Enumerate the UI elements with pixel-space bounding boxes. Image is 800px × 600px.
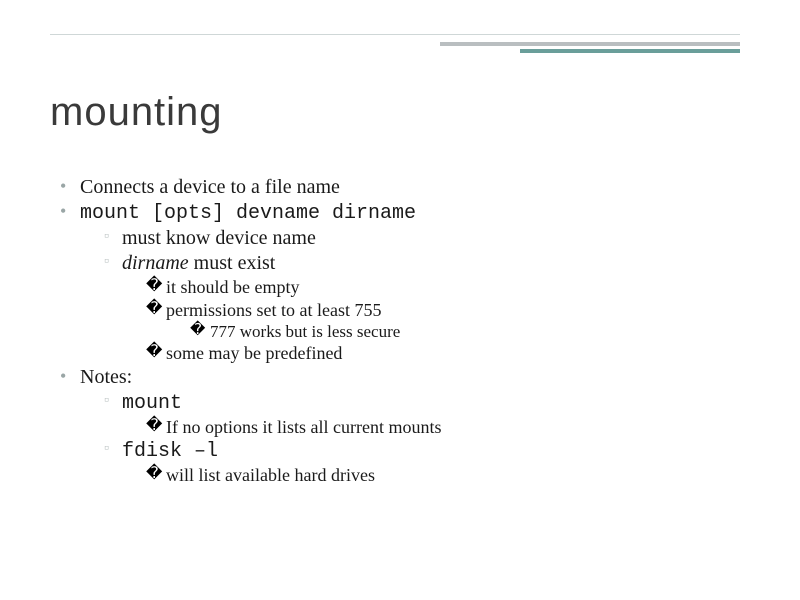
text: it should be empty [166,277,300,297]
sub-empty: it should be empty [146,276,750,299]
text: some may be predefined [166,343,342,363]
slide-body: Connects a device to a file name mount [… [60,175,750,487]
text: must exist [189,252,276,274]
dirname-word: dirname [122,252,189,274]
note-mount-desc: If no options it lists all current mount… [146,416,750,439]
sub-dirname-exist: dirname must exist it should be empty pe… [104,251,750,365]
note-mount: mount If no options it lists all current… [104,390,750,439]
text: If no options it lists all current mount… [166,417,441,437]
rule-grey [440,42,740,46]
sub-777: 777 works but is less secure [190,321,750,342]
text: mount [122,392,182,415]
rule-teal [520,49,740,53]
sub-must-know: must know device name [104,226,750,251]
rule-long [50,34,740,35]
note-fdisk-desc: will list available hard drives [146,464,750,487]
sub-predefined: some may be predefined [146,342,750,365]
sub-perm-755: permissions set to at least 755 777 work… [146,299,750,343]
bullet-notes: Notes: mount If no options it lists all … [60,365,750,487]
bullet-mount-cmd: mount [opts] devname dirname must know d… [60,200,750,365]
text: must know device name [122,227,316,249]
text: will list available hard drives [166,465,375,485]
slide: mounting Connects a device to a file nam… [0,0,800,600]
text: Notes: [80,366,132,388]
bullet-connects: Connects a device to a file name [60,175,750,200]
text: mount [opts] devname dirname [80,202,416,225]
text: 777 works but is less secure [210,322,400,341]
text: permissions set to at least 755 [166,300,381,320]
note-fdisk: fdisk –l will list available hard drives [104,438,750,487]
text: Connects a device to a file name [80,176,340,198]
text: fdisk –l [122,440,218,463]
slide-title: mounting [50,90,223,135]
